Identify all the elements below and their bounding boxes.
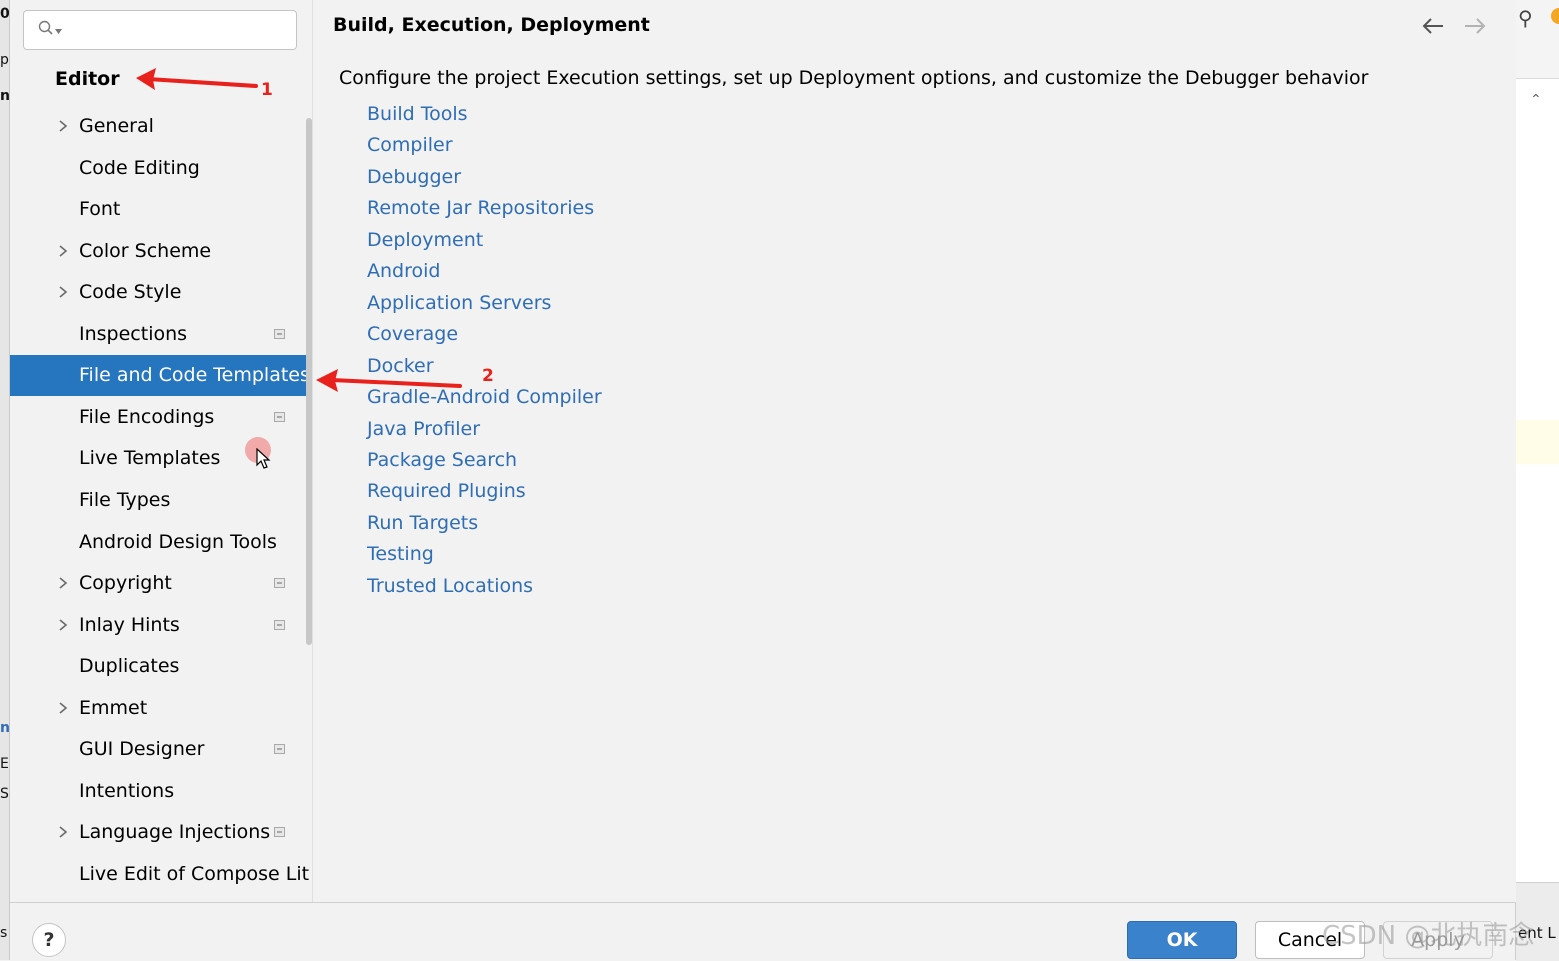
project-scope-icon	[274, 827, 285, 838]
link-testing[interactable]: Testing	[367, 543, 434, 565]
chevron-right-icon[interactable]	[56, 119, 70, 133]
dialog-button-bar: ? OK Cancel Apply	[10, 902, 1515, 961]
sidebar-item-intentions[interactable]: Intentions	[10, 771, 312, 812]
project-scope-icon	[274, 744, 285, 755]
forward-arrow-icon[interactable]	[1463, 16, 1487, 36]
chevron-right-icon[interactable]	[56, 825, 70, 839]
link-coverage[interactable]: Coverage	[367, 323, 458, 345]
background-label: ent L	[1518, 924, 1556, 942]
sidebar-item-label: File and Code Templates	[79, 364, 310, 387]
link-required-plugins[interactable]: Required Plugins	[367, 480, 526, 502]
sidebar-item-label: Code Editing	[79, 156, 200, 179]
chevron-right-icon[interactable]	[56, 244, 70, 258]
sidebar-item-file-types[interactable]: File Types	[10, 480, 312, 521]
link-application-servers[interactable]: Application Servers	[367, 292, 551, 314]
sidebar-item-label: General	[79, 115, 154, 137]
project-scope-icon	[274, 328, 285, 339]
sidebar-item-label: Inspections	[79, 322, 188, 345]
sidebar-item-label: Copyright	[79, 572, 172, 595]
page-title: Build, Execution, Deployment	[333, 14, 650, 36]
help-button[interactable]: ?	[32, 923, 66, 957]
link-docker[interactable]: Docker	[367, 355, 434, 377]
sidebar-item-language-injections[interactable]: Language Injections	[10, 812, 312, 853]
sidebar-item-code-style[interactable]: Code Style	[10, 272, 312, 313]
sidebar-item-label: File Encodings	[79, 405, 215, 428]
sidebar-item-label: Live Templates	[79, 447, 221, 470]
sidebar-item-label: Intentions	[79, 779, 175, 802]
mouse-cursor-icon	[256, 448, 271, 469]
link-gradle-android-compiler[interactable]: Gradle-Android Compiler	[367, 386, 602, 408]
cancel-button[interactable]: Cancel	[1255, 921, 1365, 959]
sidebar-item-label: Code Style	[79, 281, 182, 304]
chevron-down-icon	[55, 29, 62, 34]
search-icon	[38, 20, 53, 35]
link-package-search[interactable]: Package Search	[367, 449, 517, 471]
ok-button[interactable]: OK	[1127, 921, 1237, 959]
back-arrow-icon[interactable]	[1421, 16, 1445, 36]
sidebar-item-label: Emmet	[79, 696, 148, 719]
sidebar-item-label: Inlay Hints	[79, 613, 180, 636]
sidebar-item-font[interactable]: Font	[10, 189, 312, 230]
sidebar-item-live-edit-of-compose-lit[interactable]: Live Edit of Compose Lit	[10, 854, 312, 895]
link-android[interactable]: Android	[367, 260, 440, 282]
sidebar-item-file-encodings[interactable]: File Encodings	[10, 397, 312, 438]
sidebar-item-label: Font	[79, 198, 121, 221]
sidebar-item-code-editing[interactable]: Code Editing	[10, 148, 312, 189]
settings-sidebar: Editor General Code Editing Font Color Sche…	[10, 0, 312, 902]
project-scope-icon	[274, 578, 285, 589]
sidebar-item-emmet[interactable]: Emmet	[10, 688, 312, 729]
sidebar-item-label: Language Injections	[79, 821, 271, 844]
annotation-number-2: 2	[482, 366, 494, 386]
link-debugger[interactable]: Debugger	[367, 166, 461, 188]
project-scope-icon	[274, 411, 285, 422]
sidebar-item-label: GUI Designer	[79, 738, 205, 761]
apply-button[interactable]: Apply	[1383, 921, 1493, 959]
sidebar-item-inspections[interactable]: Inspections	[10, 314, 312, 355]
sidebar-item-file-and-code-templates[interactable]: File and Code Templates	[10, 355, 312, 397]
link-run-targets[interactable]: Run Targets	[367, 512, 478, 534]
background-highlight	[1516, 420, 1559, 464]
sidebar-item-label: Duplicates	[79, 655, 180, 678]
link-trusted-locations[interactable]: Trusted Locations	[367, 575, 533, 597]
background-app-right-edge: ⚲ ⌃ ent L	[1515, 0, 1559, 961]
sidebar-item-label: Android Design Tools	[79, 530, 277, 553]
sidebar-item-label: Live Edit of Compose Lit	[79, 862, 310, 885]
settings-search-input[interactable]	[23, 10, 297, 50]
chevron-right-icon[interactable]	[56, 618, 70, 632]
chevron-right-icon[interactable]	[56, 285, 70, 299]
sidebar-item-android-design-tools[interactable]: Android Design Tools	[10, 522, 312, 563]
link-build-tools[interactable]: Build Tools	[367, 103, 468, 125]
link-deployment[interactable]: Deployment	[367, 229, 483, 251]
background-app-left-edge: 0 p n n E S s	[0, 0, 10, 960]
sidebar-item-inlay-hints[interactable]: Inlay Hints	[10, 605, 312, 646]
annotation-number-1: 1	[261, 80, 273, 100]
link-compiler[interactable]: Compiler	[367, 134, 453, 156]
sidebar-item-color-scheme[interactable]: Color Scheme	[10, 231, 312, 272]
sidebar-section-editor[interactable]: Editor	[55, 68, 120, 90]
sidebar-item-label: Color Scheme	[79, 239, 212, 262]
chevron-right-icon[interactable]	[56, 701, 70, 715]
project-scope-icon	[274, 619, 285, 630]
settings-content-panel: Build, Execution, Deployment Configure t…	[312, 0, 1516, 902]
link-java-profiler[interactable]: Java Profiler	[367, 418, 480, 440]
sidebar-item-gui-designer[interactable]: GUI Designer	[10, 729, 312, 770]
chevron-up-icon: ⌃	[1530, 92, 1542, 108]
sidebar-item-duplicates[interactable]: Duplicates	[10, 646, 312, 687]
chevron-right-icon[interactable]	[56, 576, 70, 590]
background-bottom-panel	[1516, 882, 1559, 961]
link-remote-jar-repositories[interactable]: Remote Jar Repositories	[367, 197, 594, 219]
sidebar-item-copyright[interactable]: Copyright	[10, 563, 312, 604]
sidebar-item-label: File Types	[79, 488, 171, 511]
page-description: Configure the project Execution settings…	[339, 67, 1369, 89]
sidebar-item-general[interactable]: General	[10, 106, 312, 147]
search-icon: ⚲	[1518, 6, 1533, 30]
